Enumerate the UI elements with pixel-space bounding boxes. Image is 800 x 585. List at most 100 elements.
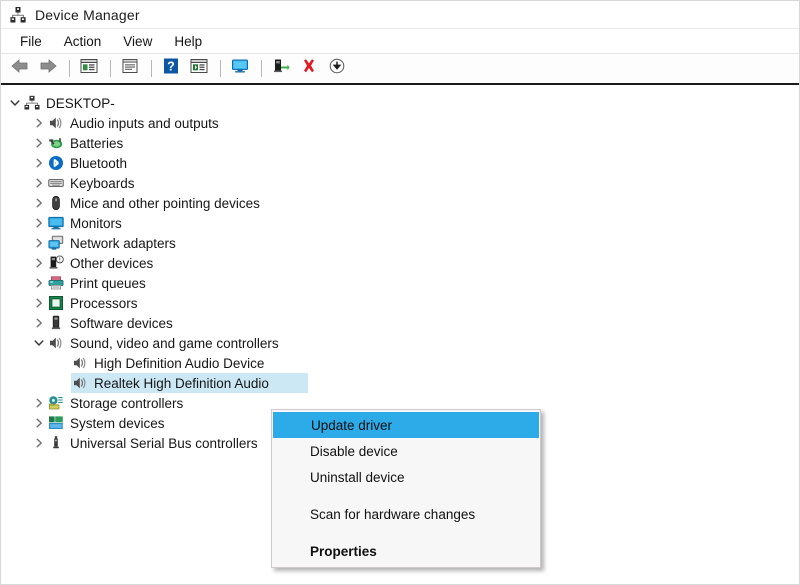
tree-node[interactable]: Batteries bbox=[1, 133, 799, 153]
tree-node-label: Keyboards bbox=[70, 175, 135, 191]
tree-node[interactable]: ! Other devices bbox=[1, 253, 799, 273]
chevron-down-icon[interactable] bbox=[7, 95, 23, 111]
tree-node-label: Print queues bbox=[70, 275, 146, 291]
chevron-right-icon[interactable] bbox=[31, 235, 47, 251]
chevron-right-icon[interactable] bbox=[31, 315, 47, 331]
toolbar-uninstall-device[interactable] bbox=[296, 57, 322, 81]
device-manager-window: Device Manager File Action View Help ? D… bbox=[0, 0, 800, 585]
chevron-right-icon[interactable] bbox=[31, 275, 47, 291]
chevron-right-icon[interactable] bbox=[31, 435, 47, 451]
software-device-icon bbox=[47, 315, 64, 332]
chevron-right-icon[interactable] bbox=[31, 255, 47, 271]
tree-node-label: Network adapters bbox=[70, 235, 176, 251]
other-device-icon: ! bbox=[47, 255, 64, 272]
toolbar-properties[interactable] bbox=[117, 57, 143, 81]
ctx-disable-device[interactable]: Disable device bbox=[272, 438, 540, 464]
speaker-icon bbox=[47, 335, 64, 352]
uninstall-device-icon bbox=[301, 58, 317, 79]
tree-node[interactable]: Monitors bbox=[1, 213, 799, 233]
tree-node[interactable]: Processors bbox=[1, 293, 799, 313]
chevron-right-icon[interactable] bbox=[31, 135, 47, 151]
ctx-scan-hardware-changes[interactable]: Scan for hardware changes bbox=[272, 501, 540, 527]
menu-file[interactable]: File bbox=[9, 32, 53, 51]
chevron-right-icon[interactable] bbox=[31, 115, 47, 131]
toolbar-help[interactable]: ? bbox=[158, 57, 184, 81]
tree-node[interactable]: Print queues bbox=[1, 273, 799, 293]
chevron-right-icon[interactable] bbox=[31, 215, 47, 231]
tree-node[interactable]: Realtek High Definition Audio bbox=[1, 373, 799, 393]
title-bar: Device Manager bbox=[1, 1, 799, 29]
tree-node[interactable]: Mice and other pointing devices bbox=[1, 193, 799, 213]
tree-node[interactable]: Audio inputs and outputs bbox=[1, 113, 799, 133]
tree-node-label: Software devices bbox=[70, 315, 173, 331]
toolbar: ? bbox=[1, 54, 799, 85]
menu-bar: File Action View Help bbox=[1, 29, 799, 54]
ctx-update-driver[interactable]: Update driver bbox=[273, 412, 539, 438]
chevron-right-icon[interactable] bbox=[31, 195, 47, 211]
show-hide-console-tree-icon bbox=[80, 58, 98, 79]
toolbar-separator-5 bbox=[261, 60, 262, 77]
tree-node[interactable]: Keyboards bbox=[1, 173, 799, 193]
scan-hardware-changes-icon bbox=[231, 58, 249, 79]
tree-node-label: Sound, video and game controllers bbox=[70, 335, 279, 351]
tree-node-label: System devices bbox=[70, 415, 165, 431]
toolbar-separator-1 bbox=[69, 60, 70, 77]
tree-node-label: Audio inputs and outputs bbox=[70, 115, 219, 131]
tree-node-label: Processors bbox=[70, 295, 138, 311]
toolbar-download[interactable] bbox=[324, 57, 350, 81]
toolbar-separator-3 bbox=[151, 60, 152, 77]
tree-node-label: Universal Serial Bus controllers bbox=[70, 435, 258, 451]
svg-text:?: ? bbox=[167, 59, 175, 73]
tree-node-label: Storage controllers bbox=[70, 395, 184, 411]
chevron-right-icon[interactable] bbox=[31, 415, 47, 431]
tree-node-label: DESKTOP- bbox=[46, 95, 115, 111]
toolbar-enable-device[interactable] bbox=[268, 57, 294, 81]
download-icon bbox=[329, 58, 345, 79]
mouse-icon bbox=[47, 195, 64, 212]
toolbar-back[interactable] bbox=[7, 57, 33, 81]
toolbar-update-driver[interactable] bbox=[186, 57, 212, 81]
chevron-right-icon[interactable] bbox=[31, 395, 47, 411]
chevron-right-icon[interactable] bbox=[31, 295, 47, 311]
menu-action[interactable]: Action bbox=[53, 32, 113, 51]
chevron-down-icon[interactable] bbox=[31, 335, 47, 351]
tree-node-label: High Definition Audio Device bbox=[94, 355, 265, 371]
update-driver-icon bbox=[190, 58, 208, 79]
toolbar-forward[interactable] bbox=[35, 57, 61, 81]
toolbar-scan-hardware[interactable] bbox=[227, 57, 253, 81]
toolbar-separator-2 bbox=[110, 60, 111, 77]
toolbar-console-tree[interactable] bbox=[76, 57, 102, 81]
back-arrow-icon bbox=[10, 58, 30, 79]
speaker-icon bbox=[71, 355, 88, 372]
speaker-icon bbox=[47, 115, 64, 132]
computer-icon bbox=[23, 95, 40, 112]
tree-node[interactable]: Sound, video and game controllers bbox=[1, 333, 799, 353]
context-menu-separator bbox=[272, 490, 540, 501]
help-icon: ? bbox=[163, 58, 179, 79]
tree-node[interactable]: Network adapters bbox=[1, 233, 799, 253]
context-menu-separator bbox=[272, 527, 540, 538]
processor-icon bbox=[47, 295, 64, 312]
menu-help[interactable]: Help bbox=[163, 32, 213, 51]
tree-node[interactable]: Bluetooth bbox=[1, 153, 799, 173]
keyboard-icon bbox=[47, 175, 64, 192]
tree-node[interactable]: Software devices bbox=[1, 313, 799, 333]
speaker-icon bbox=[71, 375, 88, 392]
ctx-uninstall-device[interactable]: Uninstall device bbox=[272, 464, 540, 490]
ctx-properties[interactable]: Properties bbox=[272, 538, 540, 564]
tree-node[interactable]: High Definition Audio Device bbox=[1, 353, 799, 373]
tree-node-label: Realtek High Definition Audio bbox=[94, 375, 269, 391]
monitor-icon bbox=[47, 215, 64, 232]
tree-node[interactable]: DESKTOP- bbox=[1, 93, 799, 113]
tree-node-label: Batteries bbox=[70, 135, 124, 151]
chevron-right-icon[interactable] bbox=[31, 155, 47, 171]
usb-icon bbox=[47, 435, 64, 452]
network-adapter-icon bbox=[47, 235, 64, 252]
window-title: Device Manager bbox=[35, 6, 140, 23]
chevron-right-icon[interactable] bbox=[31, 175, 47, 191]
tree-node-label: Monitors bbox=[70, 215, 122, 231]
enable-device-icon bbox=[272, 58, 290, 79]
menu-view[interactable]: View bbox=[112, 32, 163, 51]
toolbar-separator-4 bbox=[220, 60, 221, 77]
tree-node-label: Bluetooth bbox=[70, 155, 128, 171]
